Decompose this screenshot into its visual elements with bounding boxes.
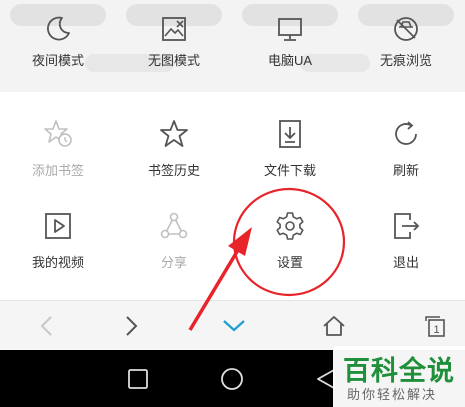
exit-icon (394, 213, 420, 239)
menu-item-settings[interactable]: 设置 (232, 210, 348, 271)
gear-icon (276, 212, 304, 240)
share-icon (160, 212, 188, 239)
menu-item-label: 添加书签 (31, 163, 84, 178)
watermark-title: 百科全说 (343, 356, 455, 386)
download-icon (279, 120, 301, 148)
refresh-icon (395, 121, 417, 145)
back-icon (40, 316, 52, 336)
menu-item-label: 我的视频 (31, 255, 84, 270)
home-circle-icon (221, 367, 243, 390)
tabs-icon: 1 (424, 316, 445, 337)
browser-nav-bar: 1 (0, 300, 465, 350)
menu-item-label: 分享 (160, 255, 187, 270)
system-home-button[interactable] (202, 350, 262, 407)
home-button[interactable] (287, 301, 380, 351)
monitor-icon (278, 18, 302, 41)
menu-item-incognito[interactable]: 无痕浏览 (348, 14, 464, 69)
menu-item-night-mode[interactable]: 夜间模式 (0, 14, 116, 69)
home-icon (322, 316, 345, 336)
menu-item-label: 电脑UA (267, 53, 313, 68)
recent-apps-button[interactable] (108, 350, 168, 407)
menu-item-add-bookmark[interactable]: 添加书签 (0, 118, 116, 179)
menu-item-label: 文件下载 (263, 163, 316, 178)
tabs-button[interactable]: 1 (388, 301, 465, 351)
menu-item-refresh[interactable]: 刷新 (348, 118, 464, 179)
menu-item-label: 夜间模式 (31, 53, 84, 68)
moon-icon (47, 16, 70, 41)
menu-item-label: 刷新 (392, 163, 419, 178)
menu-item-no-image[interactable]: 无图模式 (116, 14, 232, 69)
forward-icon (125, 316, 137, 336)
menu-item-bookmarks-history[interactable]: 书签历史 (116, 118, 232, 179)
menu-item-label: 无痕浏览 (379, 53, 432, 68)
collapse-menu-button[interactable] (187, 301, 280, 351)
star-icon (160, 120, 188, 147)
star-clock-icon (44, 120, 72, 147)
forward-button[interactable] (84, 301, 177, 351)
play-icon (45, 213, 71, 239)
no-image-icon (162, 17, 186, 41)
menu-item-share[interactable]: 分享 (116, 210, 232, 271)
watermark-logo: 百科全说 助你轻松解决 (333, 346, 465, 407)
collapse-menu-icon (222, 320, 245, 332)
menu-item-label: 无图模式 (147, 53, 200, 68)
menu-item-label: 设置 (276, 255, 303, 270)
menu-item-label: 退出 (392, 255, 419, 270)
menu-item-downloads[interactable]: 文件下载 (232, 118, 348, 179)
menu-item-label: 书签历史 (147, 163, 200, 178)
incognito-icon (394, 17, 418, 41)
back-button[interactable] (0, 301, 93, 351)
tabs-count: 1 (433, 324, 439, 336)
watermark-subtitle: 助你轻松解决 (347, 387, 438, 402)
recent-apps-icon (128, 368, 148, 389)
menu-item-desktop-ua[interactable]: 电脑UA (232, 14, 348, 69)
menu-item-my-videos[interactable]: 我的视频 (0, 210, 116, 271)
menu-item-exit[interactable]: 退出 (348, 210, 464, 271)
